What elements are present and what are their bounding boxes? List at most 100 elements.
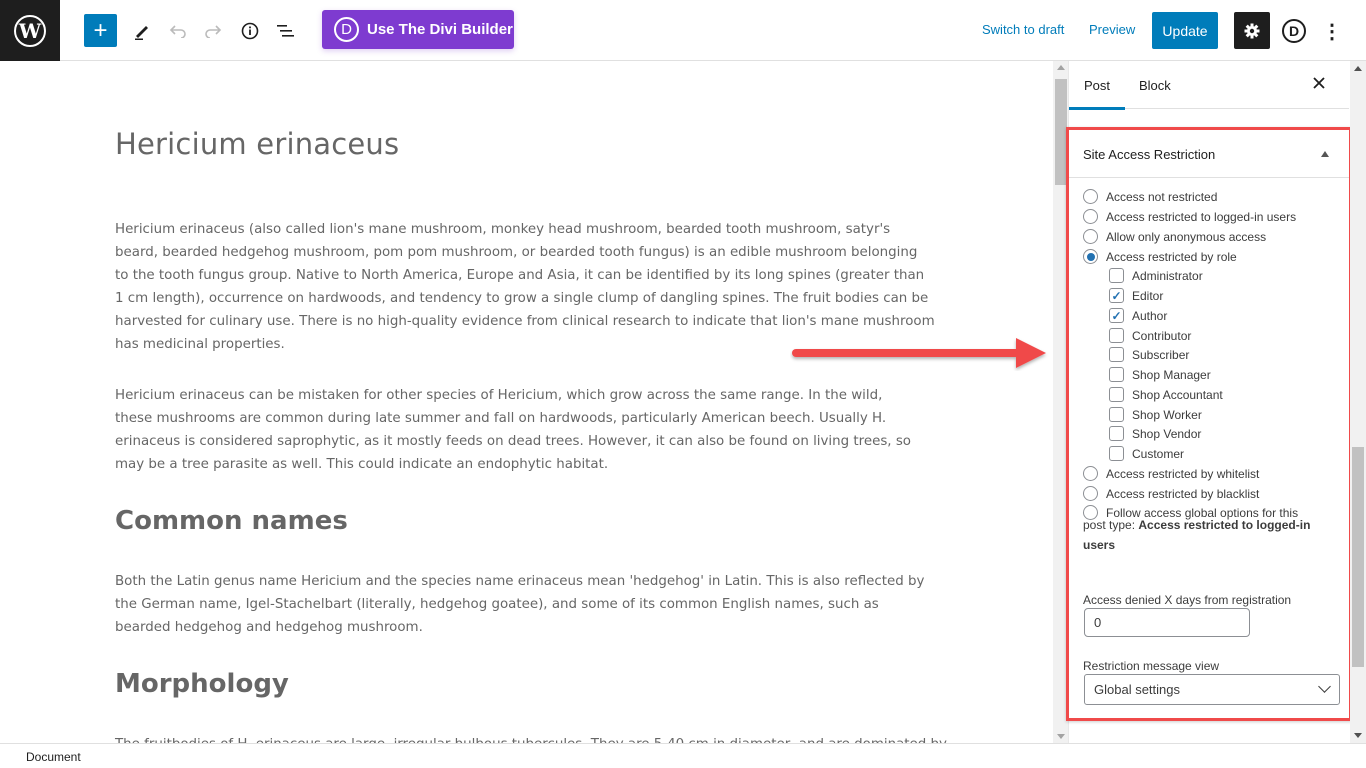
pencil-icon <box>134 25 148 40</box>
sidebar-scrollbar[interactable] <box>1350 61 1366 743</box>
scroll-down-arrow-icon[interactable] <box>1354 733 1362 738</box>
checkbox[interactable] <box>1109 268 1124 283</box>
role-label: Contributor <box>1132 328 1192 343</box>
post-title[interactable]: Hericium erinaceus <box>115 127 399 161</box>
plus-icon: + <box>93 16 108 44</box>
tab-post[interactable]: Post <box>1068 78 1126 110</box>
checkbox[interactable] <box>1109 426 1124 441</box>
radio-button[interactable] <box>1083 486 1098 501</box>
checkbox-checked[interactable]: ✓ <box>1109 308 1124 323</box>
days-value: 0 <box>1094 615 1102 630</box>
radio-button[interactable] <box>1083 189 1098 204</box>
collapse-arrow-icon[interactable] <box>1321 151 1329 157</box>
option-label: Access not restricted <box>1106 189 1218 204</box>
role-label: Shop Manager <box>1132 367 1211 382</box>
panel-title: Site Access Restriction <box>1083 147 1216 162</box>
radio-button[interactable] <box>1083 229 1098 244</box>
checkbox[interactable] <box>1109 387 1124 402</box>
tab-block[interactable]: Block <box>1139 78 1171 93</box>
switch-to-draft-button[interactable]: Switch to draft <box>982 22 1064 37</box>
radio-logged-in-users[interactable]: Access restricted to logged-in users <box>1083 209 1296 224</box>
annotation-arrow-icon <box>792 338 1046 368</box>
checkbox-role-editor[interactable]: ✓ Editor <box>1109 288 1163 303</box>
wordpress-logo-button[interactable]: W <box>0 0 60 61</box>
scroll-down-arrow-icon[interactable] <box>1057 734 1065 739</box>
update-button[interactable]: Update <box>1152 12 1218 49</box>
panel-header[interactable]: Site Access Restriction <box>1069 130 1349 178</box>
paragraph-block[interactable]: Hericium erinaceus (also called lion's m… <box>115 218 935 356</box>
add-block-button[interactable]: + <box>84 14 117 47</box>
more-vertical-icon: ⋮ <box>1322 20 1342 43</box>
settings-sidebar: Post Block Site Access Restriction Acces… <box>1066 61 1352 743</box>
role-label: Subscriber <box>1132 347 1190 362</box>
option-label: Access restricted by blacklist <box>1106 486 1260 501</box>
checkbox-role-subscriber[interactable]: Subscriber <box>1109 347 1189 362</box>
checkbox[interactable] <box>1109 328 1124 343</box>
list-view-icon <box>276 24 294 37</box>
checkbox[interactable] <box>1109 367 1124 382</box>
checkbox[interactable] <box>1109 347 1124 362</box>
paragraph-block[interactable]: The fruitbodies of H. erinaceus are larg… <box>115 733 947 743</box>
checkbox[interactable] <box>1109 407 1124 422</box>
more-options-button[interactable]: ⋮ <box>1322 18 1342 44</box>
selected-value: Global settings <box>1094 682 1180 697</box>
radio-anonymous-access[interactable]: Allow only anonymous access <box>1083 229 1266 244</box>
radio-button[interactable] <box>1083 466 1098 481</box>
breadcrumb-document[interactable]: Document <box>26 750 81 764</box>
paragraph-block[interactable]: Both the Latin genus name Hericium and t… <box>115 570 925 639</box>
divi-icon: D <box>1288 23 1300 39</box>
heading-morphology[interactable]: Morphology <box>115 669 289 699</box>
scroll-up-arrow-icon[interactable] <box>1354 66 1362 71</box>
radio-restricted-by-blacklist[interactable]: Access restricted by blacklist <box>1083 486 1259 501</box>
restriction-message-view-select[interactable]: Global settings <box>1084 674 1340 705</box>
role-label: Author <box>1132 308 1168 323</box>
details-button[interactable] <box>233 14 266 47</box>
option-label: Allow only anonymous access <box>1106 229 1267 244</box>
radio-restricted-by-whitelist[interactable]: Access restricted by whitelist <box>1083 466 1259 481</box>
radio-restricted-by-role[interactable]: Access restricted by role <box>1083 249 1237 264</box>
list-view-button[interactable] <box>269 14 302 47</box>
checkbox[interactable] <box>1109 446 1124 461</box>
global-prefix: post type: <box>1083 518 1139 532</box>
scroll-up-arrow-icon[interactable] <box>1057 65 1065 70</box>
days-from-registration-input[interactable]: 0 <box>1084 608 1250 637</box>
undo-button[interactable] <box>161 14 194 47</box>
tools-button[interactable] <box>125 14 158 47</box>
heading-common-names[interactable]: Common names <box>115 506 348 536</box>
checkbox-role-shop-accountant[interactable]: Shop Accountant <box>1109 387 1223 402</box>
use-divi-builder-button[interactable]: D Use The Divi Builder <box>322 10 514 49</box>
checkbox-checked[interactable]: ✓ <box>1109 288 1124 303</box>
editor-toolbar: W + D Use The Divi Builder Switch to dra… <box>0 0 1366 61</box>
paragraph-block[interactable]: Hericium erinaceus can be mistaken for o… <box>115 384 915 476</box>
redo-button[interactable] <box>196 14 229 47</box>
sidebar-scrollbar-thumb[interactable] <box>1352 447 1364 667</box>
checkbox-role-shop-manager[interactable]: Shop Manager <box>1109 367 1211 382</box>
checkbox-role-author[interactable]: ✓ Author <box>1109 308 1167 323</box>
preview-button[interactable]: Preview <box>1089 22 1135 37</box>
gear-icon <box>1244 23 1260 38</box>
restriction-message-view-label: Restriction message view <box>1083 659 1220 673</box>
radio-button[interactable] <box>1083 209 1098 224</box>
info-icon <box>241 22 258 39</box>
close-sidebar-button[interactable] <box>1313 73 1325 94</box>
role-label: Shop Vendor <box>1132 426 1202 441</box>
checkbox-role-shop-worker[interactable]: Shop Worker <box>1109 407 1202 422</box>
radio-access-not-restricted[interactable]: Access not restricted <box>1083 189 1217 204</box>
option-label: Access restricted to logged-in users <box>1106 209 1297 224</box>
divi-button-label: Use The Divi Builder <box>367 21 513 38</box>
block-breadcrumb-bar: Document <box>0 743 1366 768</box>
sidebar-tabs: Post Block <box>1068 61 1349 110</box>
checkbox-role-customer[interactable]: Customer <box>1109 446 1184 461</box>
wordpress-logo-icon: W <box>14 14 46 47</box>
role-label: Shop Accountant <box>1132 387 1223 402</box>
settings-button[interactable] <box>1234 12 1270 49</box>
checkbox-role-administrator[interactable]: Administrator <box>1109 268 1203 283</box>
role-label: Customer <box>1132 446 1185 461</box>
redo-icon <box>204 24 221 38</box>
checkbox-role-shop-vendor[interactable]: Shop Vendor <box>1109 426 1201 441</box>
role-label: Shop Worker <box>1132 407 1202 422</box>
radio-button-selected[interactable] <box>1083 249 1098 264</box>
checkbox-role-contributor[interactable]: Contributor <box>1109 328 1191 343</box>
editor-canvas: Hericium erinaceus Hericium erinaceus (a… <box>0 61 1053 743</box>
divi-options-button[interactable]: D <box>1282 19 1306 43</box>
